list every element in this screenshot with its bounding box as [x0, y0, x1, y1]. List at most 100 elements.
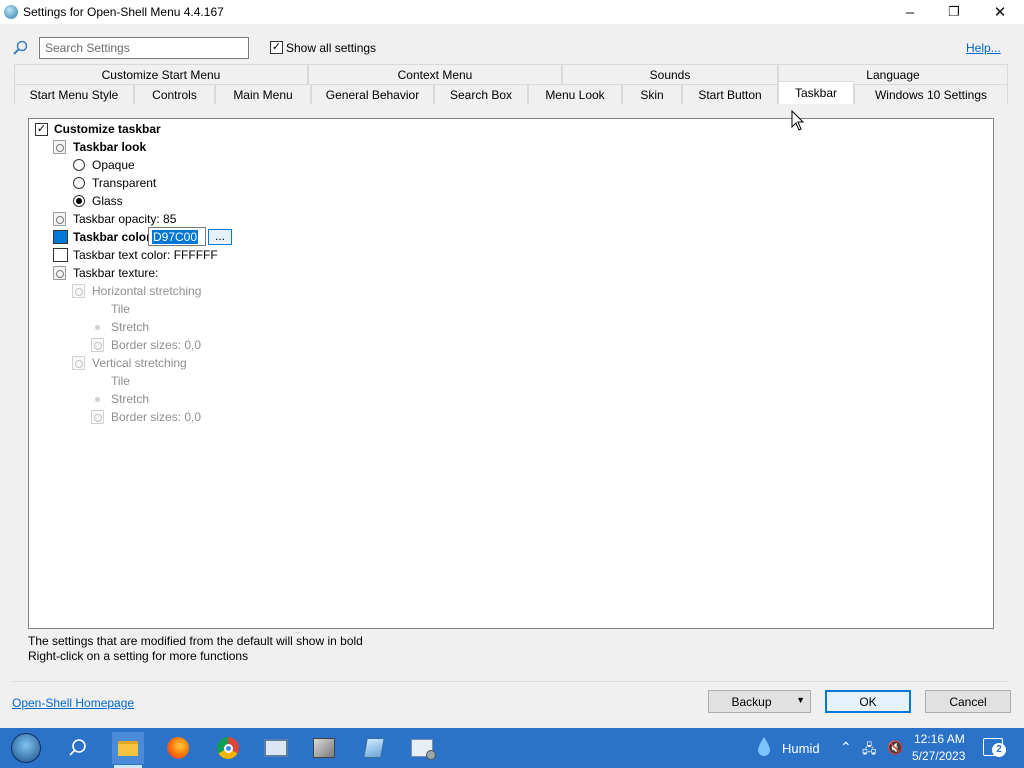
opaque-label[interactable]: Opaque: [92, 156, 135, 174]
show-all-settings-label: Show all settings: [286, 41, 377, 55]
app-icon: [4, 5, 18, 19]
customize-taskbar-label[interactable]: Customize taskbar: [54, 120, 161, 138]
tab-row-1: Customize Start Menu Context Menu Sounds…: [14, 64, 1008, 84]
tab-start-menu-style[interactable]: Start Menu Style: [14, 84, 134, 104]
maximize-button[interactable]: ❐: [931, 0, 977, 24]
transparent-label[interactable]: Transparent: [92, 174, 156, 192]
notepad-icon: [363, 738, 385, 758]
taskbar-color-input[interactable]: D97C00: [148, 227, 206, 246]
firefox-button[interactable]: [162, 732, 194, 764]
chrome-icon: [217, 737, 239, 759]
tab-menu-look[interactable]: Menu Look: [528, 84, 622, 104]
settings-gear-icon: [91, 410, 104, 424]
tab-sounds[interactable]: Sounds: [562, 64, 778, 84]
settings-window-icon: [264, 739, 288, 757]
customize-taskbar-checkbox[interactable]: ✓: [35, 123, 48, 136]
settings-gear-icon: [53, 266, 66, 280]
volume-muted-icon[interactable]: 🔇: [887, 740, 903, 756]
taskbar-look-label[interactable]: Taskbar look: [73, 138, 146, 156]
cancel-button[interactable]: Cancel: [925, 690, 1011, 713]
taskbar-texture-label[interactable]: Taskbar texture:: [73, 264, 158, 282]
radio-dot-icon: [95, 325, 100, 330]
clock-date[interactable]: 5/27/2023: [912, 749, 965, 763]
minimize-button[interactable]: –: [887, 0, 933, 24]
firefox-icon: [167, 737, 189, 759]
note-right-click: Right-click on a setting for more functi…: [28, 649, 249, 663]
backup-button[interactable]: Backup ▼: [708, 690, 811, 713]
tab-start-button[interactable]: Start Button: [682, 84, 778, 104]
divider: [12, 681, 1008, 682]
backup-label: Backup: [731, 694, 772, 709]
note-bold-settings: The settings that are modified from the …: [28, 634, 363, 648]
window-title: Settings for Open-Shell Menu 4.4.167: [23, 5, 224, 19]
start-button[interactable]: [10, 732, 42, 764]
taskbar-color-swatch[interactable]: [53, 230, 68, 244]
horizontal-tile-label[interactable]: Tile: [111, 300, 130, 318]
chevron-down-icon: ▼: [796, 695, 805, 705]
tab-row-2: Start Menu Style Controls Main Menu Gene…: [14, 81, 1008, 104]
clock-time[interactable]: 12:16 AM: [914, 732, 965, 746]
title-bar: Settings for Open-Shell Menu 4.4.167 – ❐…: [0, 0, 1024, 24]
folder-icon: [118, 740, 138, 756]
windows-logo-icon: [11, 733, 41, 763]
taskbar-color-label[interactable]: Taskbar color: [73, 228, 151, 246]
horizontal-stretching-label[interactable]: Horizontal stretching: [92, 282, 201, 300]
glass-label[interactable]: Glass: [92, 192, 123, 210]
app-button-3[interactable]: [358, 732, 390, 764]
weather-drop-icon[interactable]: [757, 736, 771, 758]
color-browse-button[interactable]: ...: [208, 229, 232, 245]
horizontal-stretch-label[interactable]: Stretch: [111, 318, 149, 336]
tab-context-menu[interactable]: Context Menu: [308, 64, 562, 84]
network-icon[interactable]: 🖧: [862, 740, 877, 762]
tab-main-menu[interactable]: Main Menu: [215, 84, 311, 104]
radio-dot-icon: [95, 397, 100, 402]
search-taskbar-button[interactable]: [62, 732, 94, 764]
horizontal-border-sizes-label[interactable]: Border sizes: 0,0: [111, 336, 201, 354]
tab-windows-10-settings[interactable]: Windows 10 Settings: [854, 84, 1008, 104]
app-button-1[interactable]: [260, 732, 292, 764]
chrome-button[interactable]: [212, 732, 244, 764]
tab-skin[interactable]: Skin: [622, 84, 682, 104]
tab-customize-start-menu[interactable]: Customize Start Menu: [14, 64, 308, 84]
taskbar-text-color-label[interactable]: Taskbar text color: FFFFFF: [73, 246, 218, 264]
taskbar-opacity-label[interactable]: Taskbar opacity: 85: [73, 210, 176, 228]
settings-gear-icon: [72, 284, 85, 298]
tab-controls[interactable]: Controls: [134, 84, 215, 104]
vertical-tile-label[interactable]: Tile: [111, 372, 130, 390]
file-explorer-button[interactable]: [112, 732, 144, 764]
windows-taskbar: Humid ⌃ 🖧 🔇 12:16 AM 5/27/2023 2: [0, 728, 1024, 768]
display-settings-icon: [411, 739, 436, 760]
tab-search-box[interactable]: Search Box: [434, 84, 528, 104]
search-icon: [12, 40, 28, 56]
open-shell-homepage-link[interactable]: Open-Shell Homepage: [12, 696, 134, 710]
app-button-2[interactable]: [308, 732, 340, 764]
show-all-settings-checkbox[interactable]: ✓: [270, 41, 283, 54]
close-button[interactable]: ✕: [977, 0, 1023, 24]
tools-icon: [313, 738, 335, 758]
vertical-border-sizes-label[interactable]: Border sizes: 0,0: [111, 408, 201, 426]
settings-tree-panel: ✓ Customize taskbar Taskbar look Opaque …: [28, 118, 994, 629]
settings-gear-icon: [72, 356, 85, 370]
glass-radio[interactable]: [73, 195, 85, 207]
opaque-radio[interactable]: [73, 159, 85, 171]
app-button-4[interactable]: [406, 732, 438, 764]
transparent-radio[interactable]: [73, 177, 85, 189]
tab-taskbar[interactable]: Taskbar: [778, 81, 854, 104]
settings-gear-icon: [53, 212, 66, 226]
settings-dialog: Search Settings ✓ Show all settings Help…: [0, 24, 1024, 728]
taskbar-text-color-swatch[interactable]: [53, 248, 68, 262]
settings-gear-icon: [91, 338, 104, 352]
weather-label[interactable]: Humid: [782, 741, 820, 756]
vertical-stretching-label[interactable]: Vertical stretching: [92, 354, 187, 372]
vertical-stretch-label[interactable]: Stretch: [111, 390, 149, 408]
notification-center-icon[interactable]: 2: [983, 738, 1006, 757]
ok-button[interactable]: OK: [825, 690, 911, 713]
mouse-cursor-icon: [791, 110, 805, 131]
search-input[interactable]: Search Settings: [39, 37, 249, 59]
chevron-up-icon[interactable]: ⌃: [840, 739, 852, 756]
tab-general-behavior[interactable]: General Behavior: [311, 84, 434, 104]
taskbar-color-value: D97C00: [152, 230, 199, 244]
help-link[interactable]: Help...: [966, 41, 1001, 55]
search-icon: [69, 739, 86, 756]
settings-gear-icon: [53, 140, 66, 154]
